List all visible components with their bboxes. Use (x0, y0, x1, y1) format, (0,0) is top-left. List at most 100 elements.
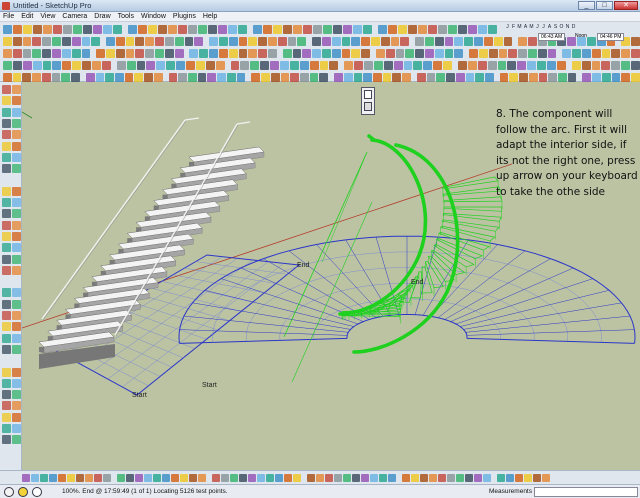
toolbar-button-icon[interactable] (621, 60, 631, 70)
toolbar-button-icon[interactable] (134, 72, 144, 82)
toolbar-button-icon[interactable] (292, 48, 302, 58)
palette-tool-icon[interactable] (12, 299, 21, 309)
toolbar-button-icon[interactable] (71, 72, 80, 82)
toolbar-button-icon[interactable] (12, 72, 22, 82)
toolbar-button-icon[interactable] (42, 48, 52, 58)
toolbar-button-icon[interactable] (562, 48, 572, 58)
palette-tool-icon[interactable] (2, 311, 11, 320)
toolbar-button-icon[interactable] (484, 72, 494, 82)
help-icon[interactable] (32, 487, 42, 497)
toolbar-button-icon[interactable] (287, 36, 297, 46)
palette-tool-icon[interactable] (12, 130, 21, 140)
toolbar-button-icon[interactable] (280, 72, 290, 82)
toolbar-button-icon[interactable] (475, 72, 484, 82)
toolbar-button-icon[interactable] (290, 72, 299, 82)
toolbar-button-icon[interactable] (548, 72, 557, 82)
toolbar-button-icon[interactable] (189, 48, 199, 58)
palette-tool-icon[interactable] (12, 378, 21, 388)
toolbar-button-icon[interactable] (61, 72, 71, 82)
palette-tool-icon[interactable] (2, 209, 11, 219)
toolbar-button-icon[interactable] (420, 473, 428, 482)
toolbar-button-icon[interactable] (228, 24, 237, 34)
toolbar-button-icon[interactable] (343, 473, 351, 482)
toolbar-button-icon[interactable] (418, 24, 427, 34)
toolbar-button-icon[interactable] (464, 36, 474, 46)
toolbar-button-icon[interactable] (299, 72, 309, 82)
toolbar-button-icon[interactable] (413, 60, 423, 70)
shadow-time-start[interactable]: 06:43 AM (538, 33, 566, 41)
toolbar-button-icon[interactable] (3, 60, 12, 70)
toolbar-button-icon[interactable] (32, 60, 42, 70)
toolbar-button-icon[interactable] (611, 48, 621, 58)
toolbar-button-icon[interactable] (251, 72, 261, 82)
toolbar-button-icon[interactable] (178, 24, 187, 34)
toolbar-button-icon[interactable] (329, 60, 339, 70)
toolbar-button-icon[interactable] (174, 48, 184, 58)
toolbar-button-icon[interactable] (373, 72, 382, 82)
palette-tool-icon[interactable] (12, 243, 21, 253)
menu-help[interactable]: Help (200, 12, 221, 21)
toolbar-button-icon[interactable] (364, 60, 373, 70)
palette-tool-icon[interactable] (2, 254, 11, 264)
toolbar-button-icon[interactable] (416, 72, 426, 82)
palette-tool-icon[interactable] (12, 85, 21, 94)
toolbar-button-icon[interactable] (474, 36, 483, 46)
toolbar-button-icon[interactable] (253, 24, 262, 34)
toolbar-button-icon[interactable] (263, 24, 272, 34)
toolbar-button-icon[interactable] (171, 473, 179, 482)
palette-tool-icon[interactable] (12, 209, 21, 219)
palette-tool-icon[interactable] (2, 367, 11, 377)
toolbar-button-icon[interactable] (52, 48, 61, 58)
toolbar-button-icon[interactable] (52, 36, 61, 46)
palette-tool-icon[interactable] (2, 96, 11, 106)
palette-tool-icon[interactable] (2, 390, 11, 400)
measurements-input[interactable] (534, 487, 638, 497)
toolbar-button-icon[interactable] (209, 36, 218, 46)
toolbar-button-icon[interactable] (212, 473, 220, 482)
toolbar-button-icon[interactable] (400, 36, 410, 46)
toolbar-button-icon[interactable] (166, 60, 176, 70)
toolbar-button-icon[interactable] (601, 72, 611, 82)
toolbar-button-icon[interactable] (61, 48, 71, 58)
toolbar-button-icon[interactable] (260, 60, 270, 70)
toolbar-button-icon[interactable] (185, 60, 195, 70)
toolbar-button-icon[interactable] (582, 48, 591, 58)
toolbar-button-icon[interactable] (49, 473, 57, 482)
toolbar-button-icon[interactable] (351, 48, 361, 58)
toolbar-button-icon[interactable] (438, 473, 446, 482)
toolbar-button-icon[interactable] (180, 473, 188, 482)
toolbar-button-icon[interactable] (581, 60, 591, 70)
palette-tool-icon[interactable] (12, 333, 21, 343)
toolbar-button-icon[interactable] (302, 48, 312, 58)
toolbar-button-icon[interactable] (456, 473, 464, 482)
toolbar-button-icon[interactable] (197, 72, 207, 82)
toolbar-button-icon[interactable] (277, 36, 287, 46)
toolbar-button-icon[interactable] (353, 24, 362, 34)
toolbar-button-icon[interactable] (458, 60, 467, 70)
toolbar-button-icon[interactable] (144, 473, 152, 482)
palette-tool-icon[interactable] (2, 333, 11, 343)
toolbar-button-icon[interactable] (631, 48, 640, 58)
toolbar-button-icon[interactable] (248, 36, 258, 46)
toolbar-button-icon[interactable] (458, 24, 467, 34)
toolbar-button-icon[interactable] (293, 24, 302, 34)
toolbar-button-icon[interactable] (51, 72, 61, 82)
toolbar-button-icon[interactable] (380, 36, 390, 46)
toolbar-button-icon[interactable] (145, 36, 155, 46)
palette-tool-icon[interactable] (2, 130, 11, 140)
geo-location-icon[interactable] (4, 487, 14, 497)
toolbar-button-icon[interactable] (145, 48, 155, 58)
palette-tool-icon[interactable] (2, 265, 11, 275)
toolbar-button-icon[interactable] (188, 24, 197, 34)
toolbar-button-icon[interactable] (498, 48, 508, 58)
toolbar-button-icon[interactable] (382, 72, 392, 82)
toolbar-button-icon[interactable] (591, 60, 601, 70)
shadow-time-end[interactable]: 04:46 PM (597, 33, 625, 41)
toolbar-button-icon[interactable] (309, 72, 319, 82)
toolbar-button-icon[interactable] (114, 72, 124, 82)
toolbar-button-icon[interactable] (483, 36, 493, 46)
toolbar-button-icon[interactable] (390, 36, 400, 46)
toolbar-button-icon[interactable] (405, 48, 415, 58)
toolbar-button-icon[interactable] (591, 48, 601, 58)
toolbar-button-icon[interactable] (444, 36, 454, 46)
